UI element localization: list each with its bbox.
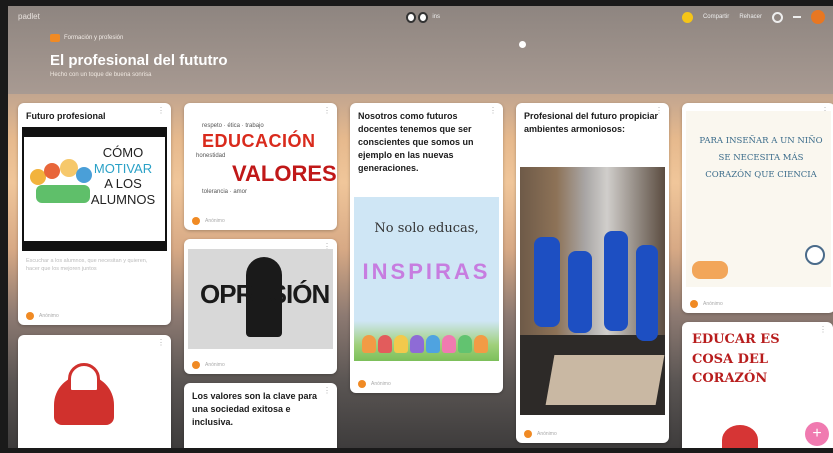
post-author: Anónimo [205,362,225,368]
post-card-hands[interactable]: ⋮ [18,335,171,448]
post-footer: Anónimo [690,300,723,308]
post-title: Nosotros como futuros docentes tenemos q… [358,111,474,174]
logo-eye-icon [418,11,429,23]
breadcrumb-text[interactable]: Formación y profesión [64,35,123,41]
heart-image [722,425,758,448]
praying-hands-image [68,363,100,393]
post-card-opresion[interactable]: ⋮ OPRESIÓN Anónimo [184,239,337,374]
post-card-educacion[interactable]: ⋮ respeto · ética · trabajo EDUCACIÓN ho… [184,103,337,230]
coin-icon[interactable] [681,11,693,23]
breadcrumb: Formación y profesión [50,34,123,42]
post-author: Anónimo [39,313,59,319]
opresion-text: OPRESIÓN [200,279,330,309]
post-card-ninos[interactable]: ⋮ PARA INSEÑAR A UN NIÑO SE NECESITA MÁS… [682,103,833,313]
more-icon[interactable]: ⋮ [323,107,331,115]
more-icon[interactable]: ⋮ [157,107,165,115]
page-subtitle: Hecho con un toque de buena sonrisa [50,72,152,78]
mouse-cursor [519,41,526,48]
post-image[interactable]: PARA INSEÑAR A UN NIÑO SE NECESITA MÁS C… [686,111,831,287]
board-header: padlet ins Compartir Rehacer Formación y… [8,6,833,94]
share-button[interactable]: Compartir [703,14,729,20]
person-image [636,245,658,341]
page-title: El profesional del fututro [50,52,228,69]
logo-eye-icon [406,11,417,23]
image-line-2: INSPIRAS [362,259,491,284]
minus-icon[interactable] [793,16,801,18]
post-image[interactable]: OPRESIÓN [188,249,333,349]
avatar [524,430,532,438]
wordcloud-image[interactable]: respeto · ética · trabajo EDUCACIÓN hone… [192,123,337,203]
post-author: Anónimo [703,301,723,307]
post-footer: Anónimo [192,361,225,369]
avatar [192,361,200,369]
person-image [568,251,592,333]
more-icon[interactable]: ⋮ [489,107,497,115]
logo-text: ins [432,14,440,20]
more-icon[interactable]: ⋮ [157,339,165,347]
motivar-text: CÓMO MOTIVAR A LOS ALUMNOS [90,145,156,207]
post-author: Anónimo [537,431,557,437]
post-card-corazon[interactable]: ⋮ EDUCAR ES COSA DEL CORAZÓN + [682,322,833,448]
kids-illustration [692,261,728,279]
header-tools: Compartir Rehacer [681,10,825,24]
folder-icon [50,34,60,42]
image-panel: CÓMO MOTIVAR A LOS ALUMNOS [24,137,165,241]
remake-button[interactable]: Rehacer [739,14,762,20]
avatar[interactable] [811,10,825,24]
post-card-ambientes[interactable]: ⋮ Profesional del futuro propiciar ambie… [516,103,669,443]
kids-illustration [354,321,499,361]
top-bar: padlet ins Compartir Rehacer [8,6,833,28]
post-caption: Escuchar a los alumnos, que necesitan y … [26,258,148,273]
post-footer: Anónimo [192,217,225,225]
more-icon[interactable]: ⋮ [655,107,663,115]
post-footer: Anónimo [524,430,557,438]
post-card-valores[interactable]: ⋮ Los valores son la clave para una soci… [184,383,337,448]
post-author: Anónimo [371,381,391,387]
more-icon[interactable]: ⋮ [323,387,331,395]
avatar [26,312,34,320]
image-line-1: No solo educas, [374,221,479,236]
post-image[interactable]: CÓMO MOTIVAR A LOS ALUMNOS [22,127,167,251]
padlet-board: padlet ins Compartir Rehacer Formación y… [8,6,833,448]
app-label[interactable]: padlet [18,12,40,21]
avatar [358,380,366,388]
post-footer: Anónimo [358,380,391,388]
person-image [604,231,628,331]
post-footer: Anónimo [26,312,59,320]
post-title: Futuro profesional [26,111,106,121]
clock-illustration [805,245,825,265]
padlet-logo[interactable]: ins [406,9,440,25]
avatar [690,300,698,308]
corazon-text: EDUCAR ES COSA DEL CORAZÓN [692,332,780,386]
post-title: Los valores son la clave para una socied… [192,391,318,428]
post-author: Anónimo [205,218,225,224]
photo-rug [545,355,665,405]
gear-icon[interactable] [772,11,783,23]
avatar [192,217,200,225]
post-card-nosotros[interactable]: ⋮ Nosotros como futuros docentes tenemos… [350,103,503,393]
post-image[interactable]: No solo educas, INSPIRAS [354,197,499,361]
post-image[interactable] [520,167,665,415]
post-card-futuro[interactable]: ⋮ Futuro profesional CÓMO MOTIVAR A LOS … [18,103,171,325]
add-post-button[interactable]: + [805,422,829,446]
person-image [534,237,560,327]
post-title: Profesional del futuro propiciar ambient… [524,111,659,135]
ninos-text: PARA INSEÑAR A UN NIÑO SE NECESITA MÁS C… [699,136,823,180]
